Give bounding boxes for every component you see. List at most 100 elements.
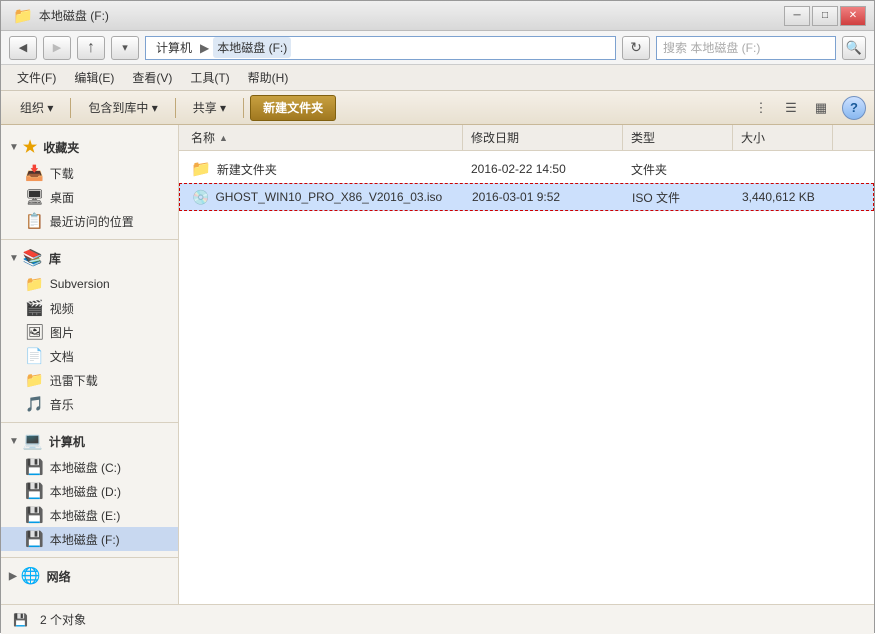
search-button[interactable]: 🔍 xyxy=(842,36,866,60)
dropdown-button[interactable]: ▾ xyxy=(111,36,139,60)
file-area: 名称 ▲ 修改日期 类型 大小 📁 新建文件夹 2016-02-22 14:50 xyxy=(179,125,874,604)
share-button[interactable]: 共享 ▾ xyxy=(182,95,237,121)
col-header-type[interactable]: 类型 xyxy=(623,125,733,150)
menu-view[interactable]: 查看(V) xyxy=(124,66,180,89)
sidebar-item-drive-d[interactable]: 💾 本地磁盘 (D:) xyxy=(1,479,178,503)
col-header-date[interactable]: 修改日期 xyxy=(463,125,623,150)
libraries-arrow: ▼ xyxy=(9,253,19,264)
minimize-button[interactable]: ─ xyxy=(784,6,810,26)
recent-label: 最近访问的位置 xyxy=(50,213,134,230)
computer-label: 计算机 xyxy=(49,433,85,450)
sidebar-section-libraries: ▼ 📚 库 📁 Subversion 🎬 视频 🖼 图片 📄 文档 📁 xyxy=(1,244,178,416)
sidebar-header-network[interactable]: ▶ 🌐 网络 xyxy=(1,562,178,590)
sidebar-item-recent[interactable]: 📋 最近访问的位置 xyxy=(1,209,178,233)
back-button[interactable]: ◀ xyxy=(9,36,37,60)
favorites-label: 收藏夹 xyxy=(43,139,79,156)
sidebar-item-subversion[interactable]: 📁 Subversion xyxy=(1,272,178,296)
up-button[interactable]: ↑ xyxy=(77,36,105,60)
col-size-label: 大小 xyxy=(741,129,765,146)
forward-button[interactable]: ▶ xyxy=(43,36,71,60)
col-header-size[interactable]: 大小 xyxy=(733,125,833,150)
address-path[interactable]: 计算机 ▶ 本地磁盘 (F:) xyxy=(145,36,616,60)
sidebar-item-drive-f[interactable]: 💾 本地磁盘 (F:) xyxy=(1,527,178,551)
path-separator: ▶ xyxy=(200,41,209,55)
view-tiles-button[interactable]: ▦ xyxy=(808,96,834,120)
sidebar-item-downloads[interactable]: 📥 下载 xyxy=(1,161,178,185)
drive-d-icon: 💾 xyxy=(25,482,44,500)
sidebar-item-music[interactable]: 🎵 音乐 xyxy=(1,392,178,416)
include-lib-button[interactable]: 包含到库中 ▾ xyxy=(77,95,168,121)
sidebar-section-network: ▶ 🌐 网络 xyxy=(1,562,178,590)
close-button[interactable]: ✕ xyxy=(840,6,866,26)
recent-icon: 📋 xyxy=(25,212,44,230)
view-options-button[interactable]: ⋮ xyxy=(748,96,774,120)
sidebar-header-computer[interactable]: ▼ 💻 计算机 xyxy=(1,427,178,455)
menu-file[interactable]: 文件(F) xyxy=(9,66,64,89)
help-button[interactable]: ? xyxy=(842,96,866,120)
file-type-iso: ISO 文件 xyxy=(624,189,734,206)
sidebar-item-documents[interactable]: 📄 文档 xyxy=(1,344,178,368)
network-arrow: ▶ xyxy=(9,571,17,582)
file-name-iso: 💿 GHOST_WIN10_PRO_X86_V2016_03.iso xyxy=(184,189,464,206)
organize-button[interactable]: 组织 ▾ xyxy=(9,95,64,121)
col-type-label: 类型 xyxy=(631,129,655,146)
sidebar: ▼ ★ 收藏夹 📥 下载 🖥 桌面 📋 最近访问的位置 ▼ 📚 xyxy=(1,125,179,604)
search-placeholder: 搜索 本地磁盘 (F:) xyxy=(663,39,760,56)
drive-f-label: 本地磁盘 (F:) xyxy=(50,531,120,548)
library-icon: 📚 xyxy=(23,248,43,268)
drive-f-icon: 💾 xyxy=(25,530,44,548)
star-icon: ★ xyxy=(23,137,37,157)
title-bar-left: 📁 本地磁盘 (F:) xyxy=(13,6,109,26)
music-icon: 🎵 xyxy=(25,395,44,413)
sidebar-item-drive-c[interactable]: 💾 本地磁盘 (C:) xyxy=(1,455,178,479)
sidebar-item-desktop[interactable]: 🖥 桌面 xyxy=(1,185,178,209)
documents-label: 文档 xyxy=(50,348,74,365)
network-label: 网络 xyxy=(47,568,71,585)
col-date-label: 修改日期 xyxy=(471,129,519,146)
sidebar-divider-1 xyxy=(1,239,178,240)
path-computer[interactable]: 计算机 xyxy=(152,37,196,58)
drive-e-label: 本地磁盘 (E:) xyxy=(50,507,121,524)
sidebar-section-favorites: ▼ ★ 收藏夹 📥 下载 🖥 桌面 📋 最近访问的位置 xyxy=(1,133,178,233)
file-date-iso: 2016-03-01 9:52 xyxy=(464,190,624,204)
main-layout: ▼ ★ 收藏夹 📥 下载 🖥 桌面 📋 最近访问的位置 ▼ 📚 xyxy=(1,125,874,604)
file-row-folder[interactable]: 📁 新建文件夹 2016-02-22 14:50 文件夹 xyxy=(179,155,874,183)
menu-help[interactable]: 帮助(H) xyxy=(240,66,297,89)
file-list-header: 名称 ▲ 修改日期 类型 大小 xyxy=(179,125,874,151)
iso-icon: 💿 xyxy=(192,189,209,206)
video-icon: 🎬 xyxy=(25,299,44,317)
sidebar-header-favorites[interactable]: ▼ ★ 收藏夹 xyxy=(1,133,178,161)
sidebar-item-video[interactable]: 🎬 视频 xyxy=(1,296,178,320)
new-folder-button[interactable]: 新建文件夹 xyxy=(250,95,336,121)
path-drive[interactable]: 本地磁盘 (F:) xyxy=(213,37,291,58)
toolbar-separator-3 xyxy=(243,98,244,118)
menu-bar: 文件(F) 编辑(E) 查看(V) 工具(T) 帮助(H) xyxy=(1,65,874,91)
pictures-icon: 🖼 xyxy=(25,323,44,341)
sidebar-section-computer: ▼ 💻 计算机 💾 本地磁盘 (C:) 💾 本地磁盘 (D:) 💾 本地磁盘 (… xyxy=(1,427,178,551)
computer-icon: 💻 xyxy=(23,431,43,451)
drive-d-label: 本地磁盘 (D:) xyxy=(50,483,121,500)
libraries-label: 库 xyxy=(49,250,61,267)
file-date-folder: 2016-02-22 14:50 xyxy=(463,162,623,176)
documents-icon: 📄 xyxy=(25,347,44,365)
downloads-icon: 📥 xyxy=(25,164,44,182)
sidebar-header-libraries[interactable]: ▼ 📚 库 xyxy=(1,244,178,272)
col-header-name[interactable]: 名称 ▲ xyxy=(183,125,463,150)
menu-edit[interactable]: 编辑(E) xyxy=(66,66,122,89)
search-box[interactable]: 搜索 本地磁盘 (F:) xyxy=(656,36,836,60)
thunder-label: 迅雷下载 xyxy=(50,372,98,389)
subversion-icon: 📁 xyxy=(25,275,44,293)
maximize-button[interactable]: □ xyxy=(812,6,838,26)
refresh-button[interactable]: ↻ xyxy=(622,36,650,60)
sidebar-item-thunder[interactable]: 📁 迅雷下载 xyxy=(1,368,178,392)
file-row-iso[interactable]: 💿 GHOST_WIN10_PRO_X86_V2016_03.iso 2016-… xyxy=(179,183,874,211)
address-bar: ◀ ▶ ↑ ▾ 计算机 ▶ 本地磁盘 (F:) ↻ 搜索 本地磁盘 (F:) 🔍 xyxy=(1,31,874,65)
video-label: 视频 xyxy=(50,300,74,317)
downloads-label: 下载 xyxy=(50,165,74,182)
col-name-label: 名称 xyxy=(191,129,215,146)
sidebar-item-pictures[interactable]: 🖼 图片 xyxy=(1,320,178,344)
sort-arrow: ▲ xyxy=(219,133,228,143)
menu-tools[interactable]: 工具(T) xyxy=(182,66,237,89)
sidebar-item-drive-e[interactable]: 💾 本地磁盘 (E:) xyxy=(1,503,178,527)
view-details-button[interactable]: ☰ xyxy=(778,96,804,120)
